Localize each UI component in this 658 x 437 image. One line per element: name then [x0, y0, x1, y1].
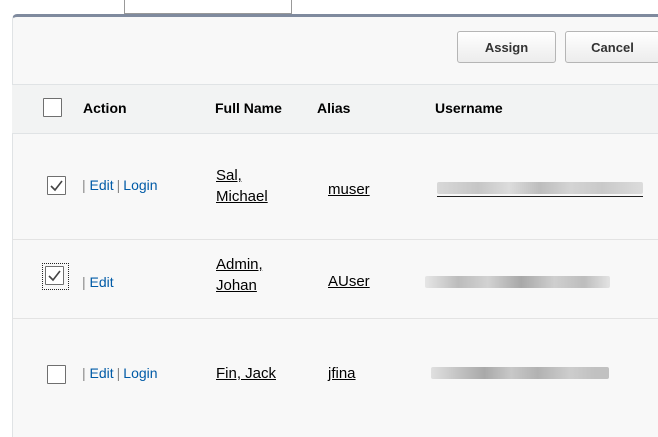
username-underline	[437, 196, 643, 197]
cancel-button[interactable]: Cancel	[565, 31, 658, 63]
edit-link[interactable]: Edit	[90, 274, 114, 290]
column-header-full-name[interactable]: Full Name	[215, 84, 282, 132]
full-name-link[interactable]: Sal, Michael	[216, 165, 268, 207]
full-name-line: Johan	[216, 277, 257, 294]
username-redacted[interactable]	[425, 276, 610, 288]
login-link[interactable]: Login	[123, 177, 157, 193]
row-divider	[12, 239, 658, 240]
row-divider	[12, 318, 658, 319]
login-link[interactable]: Login	[123, 365, 157, 381]
action-separator: |	[116, 365, 121, 381]
top-input-field[interactable]	[124, 0, 292, 14]
column-header-action: Action	[83, 100, 127, 116]
column-header-alias[interactable]: Alias	[317, 84, 350, 132]
alias-link[interactable]: muser	[328, 179, 370, 200]
action-separator: |	[82, 365, 86, 381]
full-name-line: Michael	[216, 188, 268, 205]
row-select-checkbox[interactable]	[45, 266, 64, 285]
checkmark-icon	[48, 270, 61, 282]
full-name-line: Sal,	[216, 167, 242, 184]
edit-link[interactable]: Edit	[90, 365, 114, 381]
action-separator: |	[82, 274, 86, 290]
checkmark-icon	[50, 180, 63, 192]
full-name-link[interactable]: Fin, Jack	[216, 363, 276, 384]
full-name-link[interactable]: Admin, Johan	[216, 254, 263, 296]
row-select-checkbox[interactable]	[47, 365, 66, 384]
action-separator: |	[82, 177, 86, 193]
full-name-line: Fin, Jack	[216, 365, 277, 382]
alias-link[interactable]: AUser	[328, 271, 370, 292]
assign-button[interactable]: Assign	[457, 31, 556, 63]
full-name-line: Admin,	[216, 256, 263, 273]
row-select-checkbox[interactable]	[47, 176, 66, 195]
alias-link[interactable]: jfina	[328, 363, 356, 384]
username-redacted[interactable]	[437, 182, 643, 194]
edit-link[interactable]: Edit	[90, 177, 114, 193]
action-separator: |	[116, 177, 121, 193]
select-all-checkbox[interactable]	[43, 98, 62, 117]
username-redacted[interactable]	[431, 367, 609, 379]
column-header-username[interactable]: Username	[435, 84, 503, 132]
